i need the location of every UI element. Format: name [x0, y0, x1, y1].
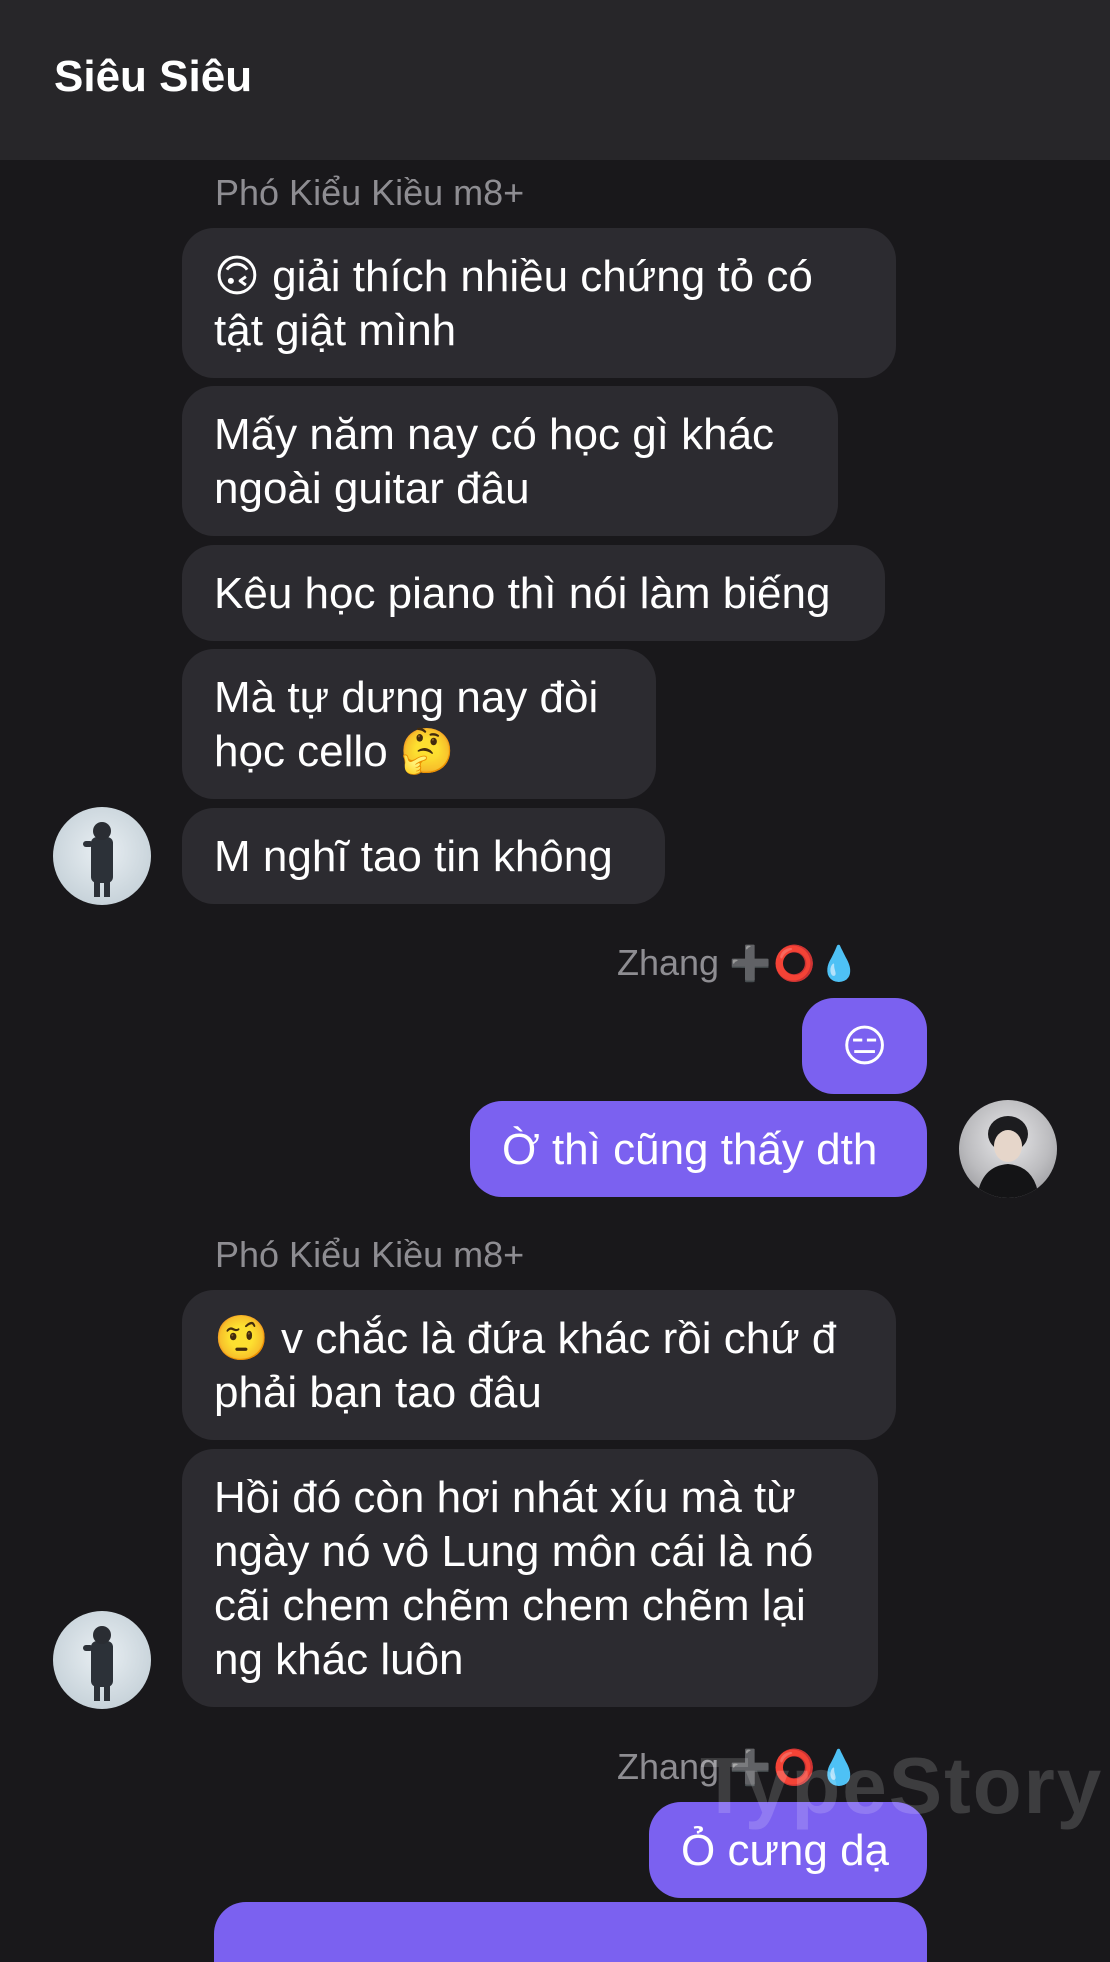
sender-name: Phó Kiểu Kiều m8+ [215, 172, 525, 213]
message-bubble-incoming[interactable]: Kêu học piano thì nói làm biếng [182, 545, 885, 641]
avatar-photo-icon [83, 1626, 113, 1701]
user-avatar[interactable] [959, 1100, 1057, 1198]
message-bubble-incoming[interactable]: Hồi đó còn hơi nhát xíu mà từ ngày nó vô… [182, 1449, 878, 1707]
contact-avatar[interactable] [53, 807, 151, 905]
sender-name: Zhang ➕⭕💧 [617, 942, 862, 984]
avatar-photo-icon [977, 1116, 1039, 1198]
message-bubble-outgoing[interactable]: 😑 [802, 998, 927, 1094]
message-bubble-incoming[interactable]: Mà tự dưng nay đòi học cello 🤔 [182, 649, 656, 799]
message-bubble-outgoing[interactable]: Ờ thì cũng thấy dth [470, 1101, 927, 1197]
sender-name: Phó Kiểu Kiều m8+ [215, 1234, 525, 1275]
message-bubble-outgoing-partial[interactable] [214, 1902, 927, 1962]
chat-title[interactable]: Siêu Siêu [54, 52, 252, 102]
message-bubble-incoming[interactable]: 🤨 v chắc là đứa khác rồi chứ đ phải bạn … [182, 1290, 896, 1440]
sender-emoji-marks: ➕⭕💧 [729, 945, 863, 983]
message-bubble-incoming[interactable]: 🙃 giải thích nhiều chứng tỏ có tật giật … [182, 228, 896, 378]
message-bubble-incoming[interactable]: M nghĩ tao tin không [182, 808, 665, 904]
avatar-photo-icon [83, 822, 113, 897]
chat-header: Siêu Siêu [0, 0, 1110, 160]
message-bubble-incoming[interactable]: Mấy năm nay có học gì khác ngoài guitar … [182, 386, 838, 536]
sender-name-text: Zhang [617, 942, 720, 983]
contact-avatar[interactable] [53, 1611, 151, 1709]
watermark-logo: TypeStory [700, 1741, 1104, 1830]
